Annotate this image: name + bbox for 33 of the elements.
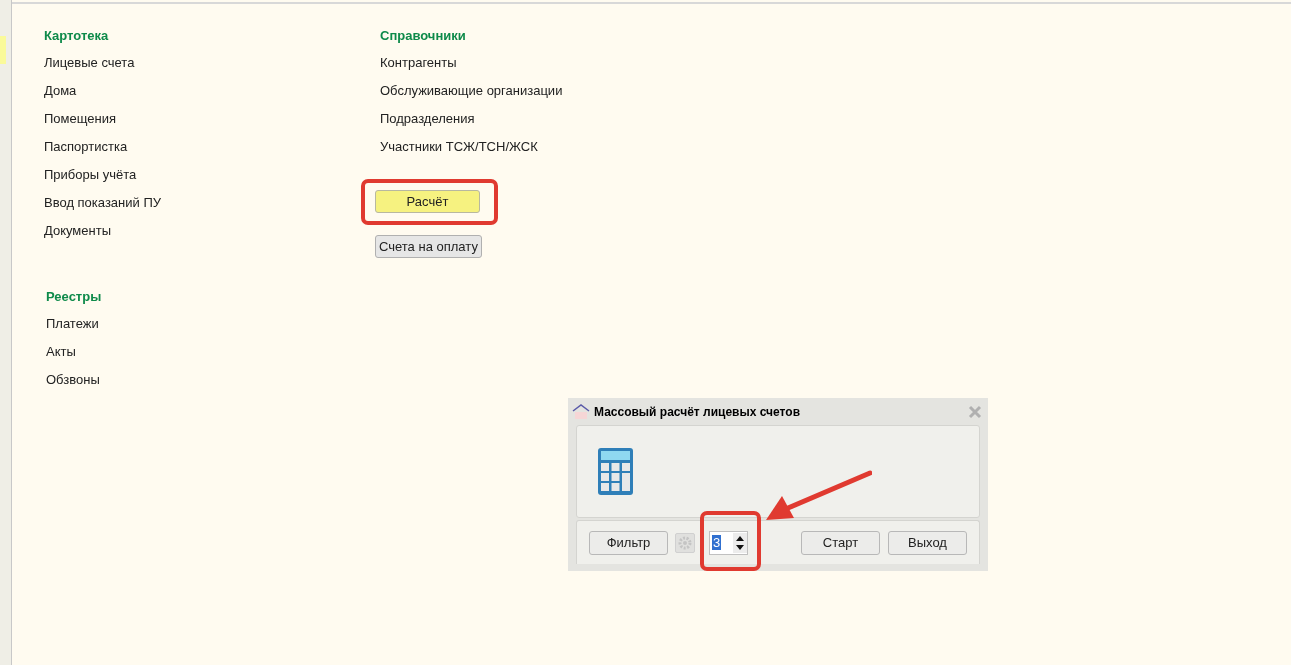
menu-link[interactable]: Паспортистка xyxy=(44,138,128,166)
dialog-title: Массовый расчёт лицевых счетов xyxy=(594,403,801,421)
section-heading: Реестры xyxy=(46,289,102,305)
settings-button[interactable] xyxy=(675,532,695,553)
menu-link[interactable]: Платежи xyxy=(46,315,99,343)
menu-link[interactable]: Обслуживающие организации xyxy=(380,82,563,110)
filter-button[interactable]: Фильтр xyxy=(589,530,668,555)
action-button[interactable]: Счета на оплату xyxy=(375,235,482,258)
menu-link[interactable]: Контрагенты xyxy=(380,54,457,82)
section-heading: Картотека xyxy=(44,28,109,44)
menu-link[interactable]: Приборы учёта xyxy=(44,166,137,194)
calculator-icon xyxy=(597,447,634,496)
section-heading: Справочники xyxy=(380,28,466,44)
number-spinner[interactable]: 3 xyxy=(709,530,748,555)
spin-arrows-icon[interactable] xyxy=(733,532,747,553)
settings-icon xyxy=(678,535,692,550)
house-logo-icon xyxy=(572,402,590,421)
menu-link[interactable]: Участники ТСЖ/ТСН/ЖСК xyxy=(380,138,538,166)
menu-link[interactable]: Документы xyxy=(44,222,111,250)
dialog-button[interactable]: Выход xyxy=(888,530,967,555)
close-icon[interactable] xyxy=(968,404,982,419)
menu-link[interactable]: Ввод показаний ПУ xyxy=(44,194,161,222)
dialog-button[interactable]: Старт xyxy=(801,530,880,555)
menu-link[interactable]: Акты xyxy=(46,343,76,371)
menu-link[interactable]: Лицевые счета xyxy=(44,54,135,82)
highlight-frame xyxy=(700,511,761,571)
side-marker xyxy=(0,36,6,64)
menu-link[interactable]: Дома xyxy=(44,82,77,110)
menu-link[interactable]: Подразделения xyxy=(380,110,475,138)
menu-link[interactable]: Помещения xyxy=(44,110,116,138)
action-button[interactable]: Расчёт xyxy=(375,190,480,213)
menu-link[interactable]: Обзвоны xyxy=(46,371,100,399)
spinner-value: 3 xyxy=(712,535,722,550)
